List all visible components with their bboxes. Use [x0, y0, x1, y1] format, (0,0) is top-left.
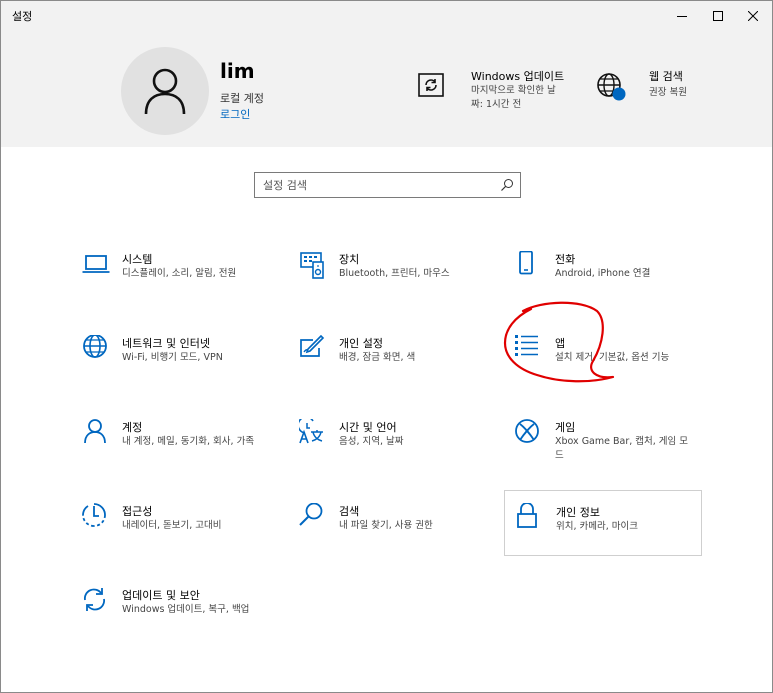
settings-search-box[interactable]	[254, 172, 521, 198]
tile-name: 시스템	[122, 253, 153, 266]
tile-update-security[interactable]: 업데이트 및 보안 Windows 업데이트, 복구, 백업	[82, 587, 280, 653]
account-type: 로컬 계정	[220, 92, 264, 105]
close-button[interactable]	[730, 1, 772, 31]
tile-system[interactable]: 시스템 디스플레이, 소리, 알림, 전원	[82, 251, 280, 317]
devices-icon	[300, 252, 324, 279]
tile-name: 네트워크 및 인터넷	[122, 337, 210, 350]
tile-name: 장치	[339, 253, 360, 266]
account-header: lim 로컬 계정 로그인 Windows 업데이트 마지막으로 확인한 날 짜…	[1, 31, 772, 147]
lock-icon	[517, 503, 537, 528]
tile-name: 게임	[555, 421, 576, 434]
windows-update-title[interactable]: Windows 업데이트	[471, 68, 564, 84]
windows-update-icon[interactable]	[418, 73, 444, 101]
tile-name: 접근성	[122, 505, 153, 518]
avatar[interactable]	[121, 47, 209, 135]
web-search-subtitle: 권장 복원	[649, 87, 687, 98]
sync-icon	[84, 588, 105, 611]
settings-window: 설정 lim 로컬 계정 로그인 Windows 업데이트 마지막으로 확인한 …	[0, 0, 773, 693]
tile-description: Bluetooth, 프린터, 마우스	[339, 268, 450, 279]
tile-search[interactable]: 검색 내 파일 찾기, 사용 권한	[299, 503, 497, 569]
tile-name: 업데이트 및 보안	[122, 589, 200, 602]
windows-update-status: 마지막으로 확인한 날 짜: 1시간 전	[471, 84, 571, 112]
tile-description: Windows 업데이트, 복구, 백업	[122, 604, 250, 615]
minimize-icon	[677, 16, 687, 17]
tile-gaming[interactable]: 게임 Xbox Game Bar, 캡처, 게임 모드	[515, 419, 713, 485]
maximize-icon	[713, 11, 723, 21]
tile-network[interactable]: 네트워크 및 인터넷 Wi-Fi, 비행기 모드, VPN	[82, 335, 280, 401]
tile-description: 내레이터, 돋보기, 고대비	[122, 520, 222, 531]
search-input[interactable]	[255, 173, 495, 197]
tile-description: 배경, 잠금 화면, 색	[339, 352, 416, 363]
search-magnifier-icon	[299, 503, 323, 526]
tile-description: Xbox Game Bar, 캡처, 게임 모드	[555, 436, 689, 461]
tile-accounts[interactable]: 계정 내 계정, 메일, 동기화, 회사, 가족	[82, 419, 280, 485]
time-language-icon	[299, 419, 323, 444]
xbox-icon	[515, 419, 539, 443]
tile-description: 내 파일 찾기, 사용 권한	[339, 520, 433, 531]
tile-name: 앱	[555, 337, 566, 350]
tile-phone[interactable]: 전화 Android, iPhone 연결	[515, 251, 713, 317]
laptop-icon	[82, 255, 110, 273]
phone-icon	[519, 251, 533, 275]
tile-description: 설치 제거, 기본값, 옵션 기능	[555, 352, 670, 363]
title-bar: 설정	[1, 1, 772, 31]
tile-name: 전화	[555, 253, 576, 266]
tile-description: Wi-Fi, 비행기 모드, VPN	[122, 352, 223, 363]
globe-icon	[83, 335, 107, 358]
paint-icon	[300, 335, 325, 357]
tile-devices[interactable]: 장치 Bluetooth, 프린터, 마우스	[299, 251, 497, 317]
web-search-icon[interactable]	[596, 71, 628, 107]
tile-name: 시간 및 언어	[339, 421, 397, 434]
tile-description: 내 계정, 메일, 동기화, 회사, 가족	[122, 436, 255, 447]
window-title: 설정	[12, 10, 33, 23]
tile-name: 개인 설정	[339, 337, 383, 350]
tile-time-language[interactable]: 시간 및 언어 음성, 지역, 날짜	[299, 419, 497, 485]
tile-description: 음성, 지역, 날짜	[339, 436, 404, 447]
tile-description: 디스플레이, 소리, 알림, 전원	[122, 268, 237, 279]
tile-description: Android, iPhone 연결	[555, 268, 651, 279]
tile-apps[interactable]: 앱 설치 제거, 기본값, 옵션 기능	[515, 335, 713, 401]
person-icon	[84, 419, 106, 444]
signin-link[interactable]: 로그인	[220, 106, 250, 122]
user-avatar-icon	[144, 68, 186, 115]
tile-name: 개인 정보	[556, 506, 600, 519]
tile-privacy[interactable]: 개인 정보 위치, 카메라, 마이크	[504, 490, 702, 556]
ease-of-access-icon	[82, 503, 106, 527]
close-icon	[748, 11, 758, 21]
apps-list-icon	[515, 335, 538, 356]
search-icon[interactable]	[500, 178, 514, 192]
windows-update-status-line1: 마지막으로 확인한 날	[471, 85, 556, 96]
user-name: lim	[220, 59, 255, 83]
windows-update-status-line2: 짜: 1시간 전	[471, 99, 522, 110]
tile-description: 위치, 카메라, 마이크	[556, 521, 638, 532]
tile-name: 계정	[122, 421, 143, 434]
web-search-title[interactable]: 웹 검색	[649, 68, 683, 84]
tile-ease-of-access[interactable]: 접근성 내레이터, 돋보기, 고대비	[82, 503, 280, 569]
tile-name: 검색	[339, 505, 360, 518]
tile-personalization[interactable]: 개인 설정 배경, 잠금 화면, 색	[299, 335, 497, 401]
